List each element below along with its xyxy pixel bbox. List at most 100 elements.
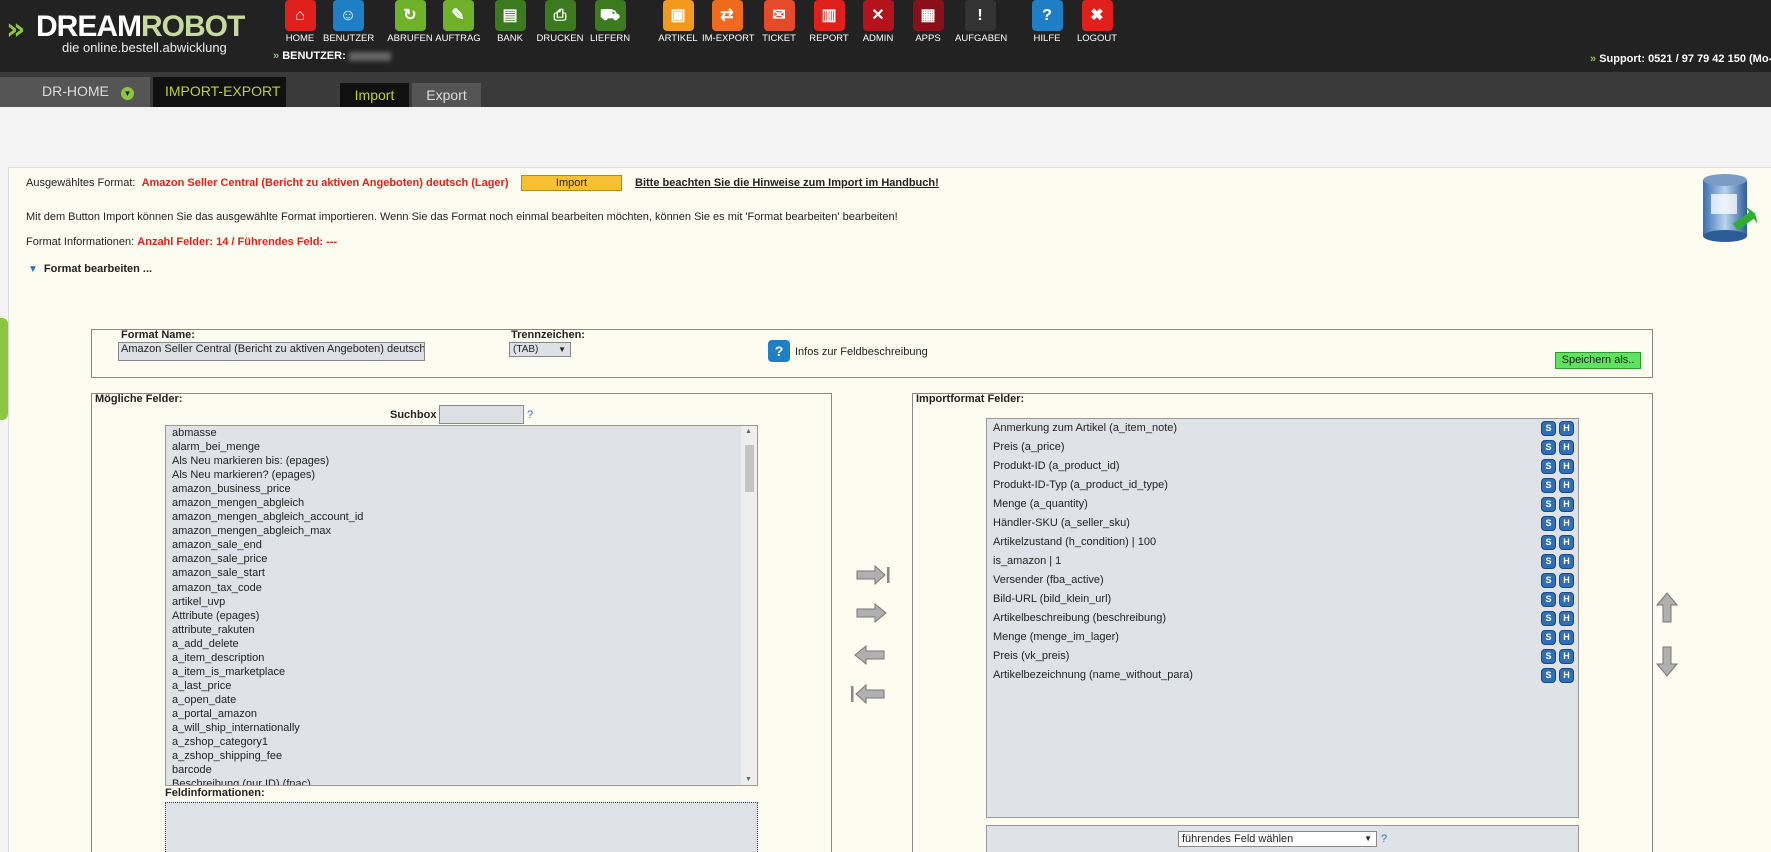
nav-apps[interactable]: ▦ APPS [903, 0, 953, 46]
list-item[interactable]: attribute_rakuten [166, 623, 757, 637]
question-mark-icon[interactable]: ? [768, 340, 790, 362]
h-button[interactable]: H [1559, 478, 1574, 493]
h-button[interactable]: H [1559, 516, 1574, 531]
s-button[interactable]: S [1541, 592, 1556, 607]
h-button[interactable]: H [1559, 459, 1574, 474]
s-button[interactable]: S [1541, 573, 1556, 588]
s-button[interactable]: S [1541, 554, 1556, 569]
list-item[interactable]: a_item_is_marketplace [166, 665, 757, 679]
h-button[interactable]: H [1559, 592, 1574, 607]
import-fields-list[interactable]: Anmerkung zum Artikel (a_item_note) S H Pre… [986, 418, 1579, 818]
list-item[interactable]: barcode [166, 763, 757, 777]
field-info-link[interactable]: Infos zur Feldbeschreibung [795, 346, 928, 358]
separator-select[interactable]: (TAB) ▼ [509, 342, 571, 357]
s-button[interactable]: S [1541, 630, 1556, 645]
tab-import-export[interactable]: IMPORT-EXPORT [153, 77, 286, 107]
list-item[interactable]: amazon_business_price [166, 482, 757, 496]
list-item[interactable]: Produkt-ID (a_product_id) S H [987, 458, 1578, 477]
dreamrobot-logo[interactable]: » DREAMROBOT die online.bestell.abwicklu… [6, 8, 245, 58]
s-button[interactable]: S [1541, 649, 1556, 664]
nav-bank[interactable]: ▤ BANK [485, 0, 535, 46]
list-item[interactable]: a_zshop_shipping_fee [166, 749, 757, 763]
list-item[interactable]: Händler-SKU (a_seller_sku) S H [987, 515, 1578, 534]
possible-fields-list[interactable]: abmasse alarm_bei_menge Als Neu markieren … [165, 425, 758, 786]
h-button[interactable]: H [1559, 649, 1574, 664]
scroll-down-icon[interactable]: ▼ [745, 776, 752, 783]
s-button[interactable]: S [1541, 478, 1556, 493]
h-button[interactable]: H [1559, 611, 1574, 626]
list-item[interactable]: a_item_description [166, 651, 757, 665]
list-item[interactable]: Artikelbeschreibung (beschreibung) S H [987, 610, 1578, 629]
s-button[interactable]: S [1541, 459, 1556, 474]
s-button[interactable]: S [1541, 535, 1556, 550]
tab-dr-home[interactable]: DR-HOME ▼ [0, 77, 150, 107]
s-button[interactable]: S [1541, 440, 1556, 455]
list-item[interactable]: amazon_mengen_abgleich_account_id [166, 510, 757, 524]
list-item[interactable]: Anmerkung zum Artikel (a_item_note) S H [987, 420, 1578, 439]
s-button[interactable]: S [1541, 421, 1556, 436]
s-button[interactable]: S [1541, 611, 1556, 626]
nav-admin[interactable]: ✕ ADMIN [853, 0, 903, 46]
s-button[interactable]: S [1541, 668, 1556, 683]
h-button[interactable]: H [1559, 554, 1574, 569]
list-item[interactable]: a_open_date [166, 693, 757, 707]
save-as-button[interactable]: Speichern als.. [1555, 352, 1641, 369]
nav-auftrag[interactable]: ✎ AUFTRAG [433, 0, 483, 46]
list-item[interactable]: a_zshop_category1 [166, 735, 757, 749]
s-button[interactable]: S [1541, 497, 1556, 512]
list-item[interactable]: amazon_tax_code [166, 581, 757, 595]
list-item[interactable]: Als Neu markieren? (epages) [166, 468, 757, 482]
list-item[interactable]: a_portal_amazon [166, 707, 757, 721]
move-all-left-arrow-icon[interactable] [850, 684, 886, 704]
list-item[interactable]: Artikelbezeichnung (name_without_para) S H [987, 667, 1578, 686]
nav-drucken[interactable]: ⎙ DRUCKEN [535, 0, 585, 46]
list-item[interactable]: a_will_ship_internationally [166, 721, 757, 735]
scroll-up-icon[interactable]: ▲ [745, 428, 752, 435]
chevron-down-icon[interactable]: ▼ [121, 87, 134, 100]
list-item[interactable]: a_add_delete [166, 637, 757, 651]
nav-im-export[interactable]: ⇄ IM-EXPORT [702, 0, 755, 46]
h-button[interactable]: H [1559, 497, 1574, 512]
list-item[interactable]: amazon_sale_end [166, 538, 757, 552]
nav-liefern[interactable]: ⛟ LIEFERN [585, 0, 635, 46]
h-button[interactable]: H [1559, 630, 1574, 645]
list-item[interactable]: a_last_price [166, 679, 757, 693]
nav-home[interactable]: ⌂ HOME [275, 0, 325, 46]
lead-field-help-icon[interactable]: ? [1381, 833, 1387, 845]
h-button[interactable]: H [1559, 573, 1574, 588]
scroll-thumb[interactable] [745, 445, 754, 492]
list-item[interactable]: artikel_uvp [166, 595, 757, 609]
list-item[interactable]: amazon_sale_price [166, 552, 757, 566]
nav-abrufen[interactable]: ↻ ABRUFEN [385, 0, 435, 46]
move-right-arrow-icon[interactable] [855, 603, 891, 623]
list-item[interactable]: Menge (menge_im_lager) S H [987, 629, 1578, 648]
h-button[interactable]: H [1559, 668, 1574, 683]
search-help-icon[interactable]: ? [527, 409, 533, 421]
h-button[interactable]: H [1559, 440, 1574, 455]
list-item[interactable]: amazon_mengen_abgleich_max [166, 524, 757, 538]
move-down-arrow-icon[interactable] [1655, 645, 1679, 677]
nav-logout[interactable]: ✖ LOGOUT [1072, 0, 1122, 46]
nav-artikel[interactable]: ▣ ARTIKEL [653, 0, 703, 46]
list-item[interactable]: Menge (a_quantity) S H [987, 496, 1578, 515]
subtab-export[interactable]: Export [412, 83, 481, 107]
list-item[interactable]: Bild-URL (bild_klein_url) S H [987, 591, 1578, 610]
import-button[interactable]: Import [521, 175, 622, 191]
nav-benutzer[interactable]: ☺ BENUTZER [323, 0, 374, 46]
list-item[interactable]: Als Neu markieren bis: (epages) [166, 454, 757, 468]
lead-field-select[interactable]: führendes Feld wählen ▼ [1178, 831, 1377, 847]
list-item[interactable]: alarm_bei_menge [166, 440, 757, 454]
handbook-hint-link[interactable]: Bitte beachten Sie die Hinweise zum Impo… [635, 177, 939, 189]
list-item[interactable]: amazon_sale_start [166, 566, 757, 580]
h-button[interactable]: H [1559, 535, 1574, 550]
format-edit-toggle[interactable]: ▼ Format bearbeiten ... [28, 263, 152, 275]
side-slider-tab[interactable] [0, 318, 8, 420]
list-item[interactable]: Preis (a_price) S H [987, 439, 1578, 458]
list-item[interactable]: Produkt-ID-Typ (a_product_id_type) S H [987, 477, 1578, 496]
s-button[interactable]: S [1541, 516, 1556, 531]
h-button[interactable]: H [1559, 421, 1574, 436]
nav-report[interactable]: ▥ REPORT [804, 0, 854, 46]
list-item[interactable]: Attribute (epages) [166, 609, 757, 623]
search-input[interactable] [439, 405, 524, 424]
nav-hilfe[interactable]: ? HILFE [1022, 0, 1072, 46]
